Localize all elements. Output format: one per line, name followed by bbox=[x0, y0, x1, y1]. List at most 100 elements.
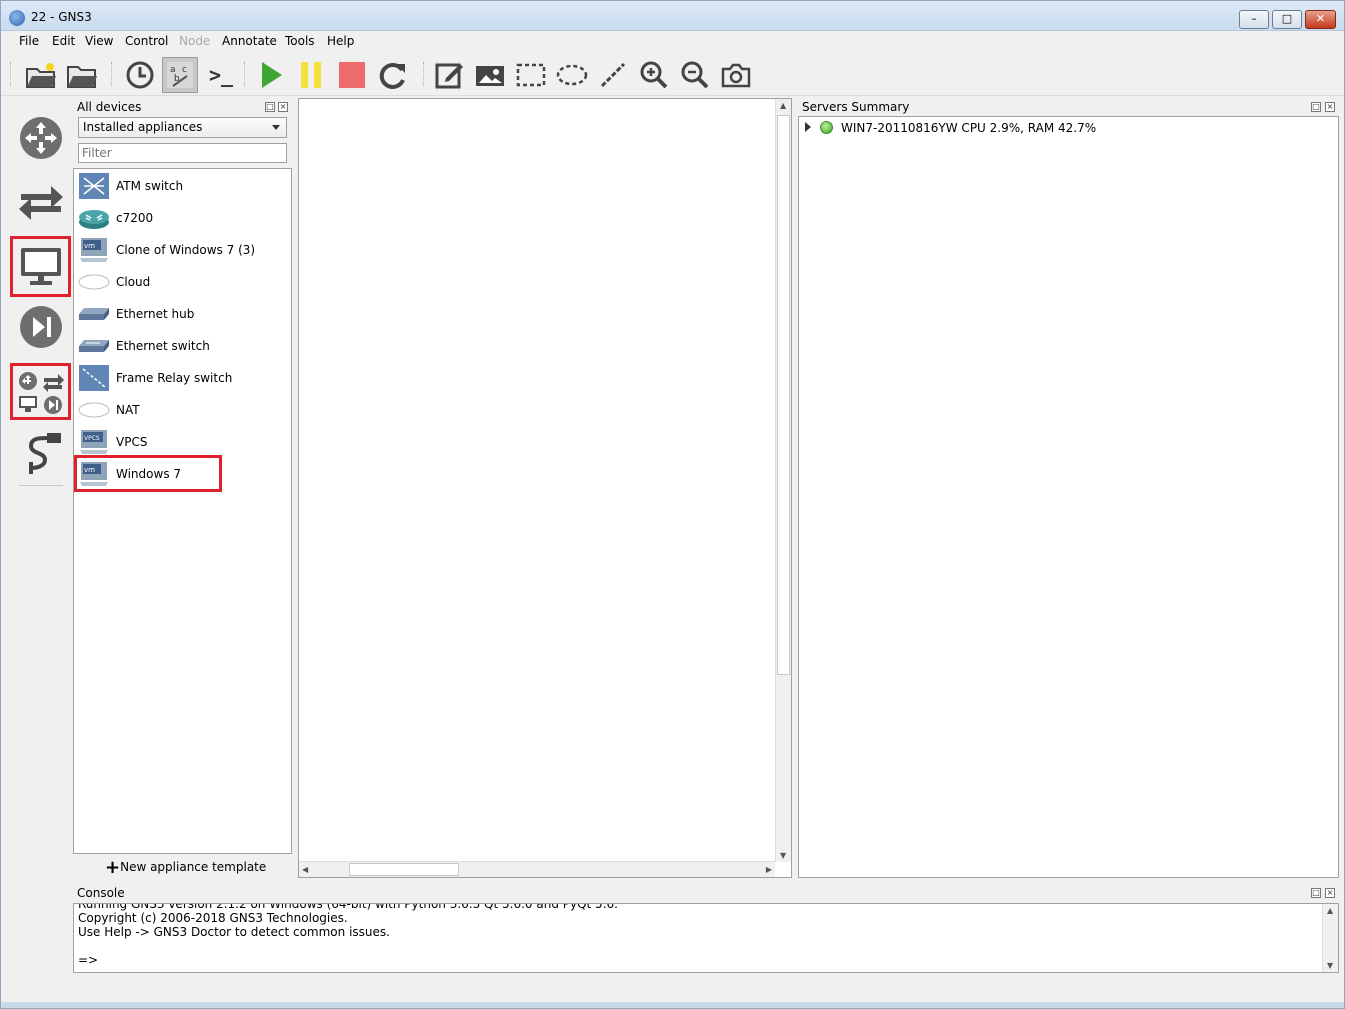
main-toolbar: acb >_ bbox=[1, 52, 1344, 96]
ethernet-hub-icon bbox=[78, 300, 110, 328]
gns3-window: 22 - GNS3 – □ ✕ File Edit View Control N… bbox=[0, 0, 1345, 1009]
device-label: VPCS bbox=[116, 435, 148, 449]
console-vertical-scrollbar[interactable]: ▲ ▼ bbox=[1322, 904, 1338, 972]
list-item-frame-relay-switch[interactable]: Frame Relay switch bbox=[78, 363, 278, 393]
scroll-right-icon[interactable]: ▶ bbox=[766, 865, 772, 874]
status-bar bbox=[1, 976, 1344, 1002]
scroll-down-icon[interactable]: ▼ bbox=[780, 851, 786, 860]
console-output[interactable]: Running GNS3 version 2.1.2 on Windows (6… bbox=[73, 903, 1339, 973]
console-panel: Console □ × Running GNS3 version 2.1.2 o… bbox=[73, 884, 1339, 973]
snapshot-icon[interactable] bbox=[122, 57, 158, 93]
console-line: Copyright (c) 2006-2018 GNS3 Technologie… bbox=[78, 911, 348, 925]
scroll-up-icon[interactable]: ▲ bbox=[780, 101, 786, 110]
draw-ellipse-icon[interactable] bbox=[554, 57, 590, 93]
panel-float-icon[interactable]: □ bbox=[1311, 102, 1321, 112]
list-item-nat[interactable]: NAT bbox=[78, 395, 278, 425]
insert-image-icon[interactable] bbox=[472, 57, 508, 93]
draw-rectangle-icon[interactable] bbox=[513, 57, 549, 93]
server-status-icon bbox=[820, 121, 833, 134]
menu-edit[interactable]: Edit bbox=[52, 34, 75, 48]
menu-view[interactable]: View bbox=[85, 34, 113, 48]
panel-close-icon[interactable]: × bbox=[278, 102, 288, 112]
screenshot-icon[interactable] bbox=[718, 57, 754, 93]
list-item-windows-7[interactable]: vm Windows 7 bbox=[78, 459, 278, 489]
menu-help[interactable]: Help bbox=[327, 34, 354, 48]
expand-arrow-icon[interactable] bbox=[805, 122, 811, 132]
window-title: 22 - GNS3 bbox=[31, 10, 92, 24]
nat-icon bbox=[78, 396, 110, 424]
gns3-app-icon bbox=[9, 10, 25, 26]
console-line: Running GNS3 version 2.1.2 on Windows (6… bbox=[78, 903, 618, 911]
list-item-clone-of-windows-7[interactable]: vm Clone of Windows 7 (3) bbox=[78, 235, 278, 265]
canvas-horizontal-scrollbar[interactable]: ◀ ▶ bbox=[299, 861, 775, 877]
device-filter-input[interactable] bbox=[78, 143, 287, 163]
menu-node: Node bbox=[179, 34, 211, 48]
add-link-icon[interactable] bbox=[13, 426, 69, 482]
scroll-left-icon[interactable]: ◀ bbox=[302, 865, 308, 874]
menu-control[interactable]: Control bbox=[125, 34, 168, 48]
device-list: ATM switch c7200 vm Clone of Windows 7 (… bbox=[73, 168, 292, 854]
device-category-value: Installed appliances bbox=[83, 120, 203, 134]
router-icon bbox=[78, 204, 110, 232]
panel-float-icon[interactable]: □ bbox=[265, 102, 275, 112]
stop-all-icon[interactable] bbox=[334, 57, 370, 93]
window-bottom-border bbox=[1, 1002, 1344, 1008]
device-label: Windows 7 bbox=[116, 467, 182, 481]
list-item-vpcs[interactable]: VPCS VPCS bbox=[78, 427, 278, 457]
panel-close-icon[interactable]: × bbox=[1325, 888, 1335, 898]
panel-close-icon[interactable]: × bbox=[1325, 102, 1335, 112]
close-button[interactable]: ✕ bbox=[1305, 10, 1336, 29]
topology-canvas[interactable]: ▲ ▼ ◀ ▶ bbox=[298, 98, 792, 878]
device-label: Cloud bbox=[116, 275, 151, 289]
security-devices-icon[interactable] bbox=[13, 299, 69, 355]
chevron-down-icon bbox=[272, 125, 280, 130]
svg-text:vm: vm bbox=[84, 242, 95, 250]
switches-icon[interactable] bbox=[13, 174, 69, 230]
open-project-icon[interactable] bbox=[64, 57, 100, 93]
list-item-ethernet-switch[interactable]: Ethernet switch bbox=[78, 331, 278, 361]
list-item-c7200[interactable]: c7200 bbox=[78, 203, 278, 233]
reload-all-icon[interactable] bbox=[375, 57, 411, 93]
device-label: Ethernet hub bbox=[116, 307, 195, 321]
new-appliance-template-button[interactable]: +New appliance template bbox=[105, 857, 266, 878]
svg-text:vm: vm bbox=[84, 466, 95, 474]
servers-list: WIN7-20110816YW CPU 2.9%, RAM 42.7% bbox=[798, 116, 1339, 878]
maximize-button[interactable]: □ bbox=[1272, 10, 1302, 29]
routers-icon[interactable] bbox=[13, 110, 69, 166]
list-item-cloud[interactable]: Cloud bbox=[78, 267, 278, 297]
add-note-icon[interactable] bbox=[431, 57, 467, 93]
scrollbar-thumb[interactable] bbox=[777, 115, 790, 675]
device-label: Ethernet switch bbox=[116, 339, 210, 353]
cloud-icon bbox=[78, 268, 110, 296]
end-devices-icon[interactable] bbox=[13, 238, 69, 294]
device-label: Clone of Windows 7 (3) bbox=[116, 243, 256, 257]
svg-text:c: c bbox=[182, 65, 187, 75]
server-row[interactable]: WIN7-20110816YW CPU 2.9%, RAM 42.7% bbox=[805, 121, 1096, 135]
ethernet-switch-icon bbox=[78, 332, 110, 360]
console-all-icon[interactable]: >_ bbox=[203, 57, 239, 93]
zoom-out-icon[interactable] bbox=[677, 57, 713, 93]
draw-line-icon[interactable] bbox=[595, 57, 631, 93]
zoom-in-icon[interactable] bbox=[636, 57, 672, 93]
canvas-vertical-scrollbar[interactable]: ▲ ▼ bbox=[775, 99, 791, 862]
list-item-atm-switch[interactable]: ATM switch bbox=[78, 171, 278, 201]
menu-tools[interactable]: Tools bbox=[285, 34, 315, 48]
all-devices-icon[interactable] bbox=[13, 364, 69, 420]
device-category-select[interactable]: Installed appliances bbox=[78, 117, 287, 138]
scroll-down-icon[interactable]: ▼ bbox=[1327, 961, 1333, 970]
svg-text:VPCS: VPCS bbox=[84, 435, 100, 442]
panel-float-icon[interactable]: □ bbox=[1311, 888, 1321, 898]
start-all-icon[interactable] bbox=[252, 57, 288, 93]
suspend-all-icon[interactable] bbox=[293, 57, 329, 93]
scrollbar-thumb[interactable] bbox=[349, 863, 459, 876]
device-label: ATM switch bbox=[116, 179, 184, 193]
new-project-icon[interactable] bbox=[23, 57, 59, 93]
list-item-ethernet-hub[interactable]: Ethernet hub bbox=[78, 299, 278, 329]
minimize-button[interactable]: – bbox=[1239, 10, 1269, 29]
devices-panel-title: All devices bbox=[77, 100, 142, 114]
show-interface-labels-icon[interactable]: acb bbox=[162, 57, 198, 93]
menu-file[interactable]: File bbox=[19, 34, 39, 48]
console-line: Use Help -> GNS3 Doctor to detect common… bbox=[78, 925, 390, 939]
scroll-up-icon[interactable]: ▲ bbox=[1327, 906, 1333, 915]
menu-annotate[interactable]: Annotate bbox=[222, 34, 277, 48]
